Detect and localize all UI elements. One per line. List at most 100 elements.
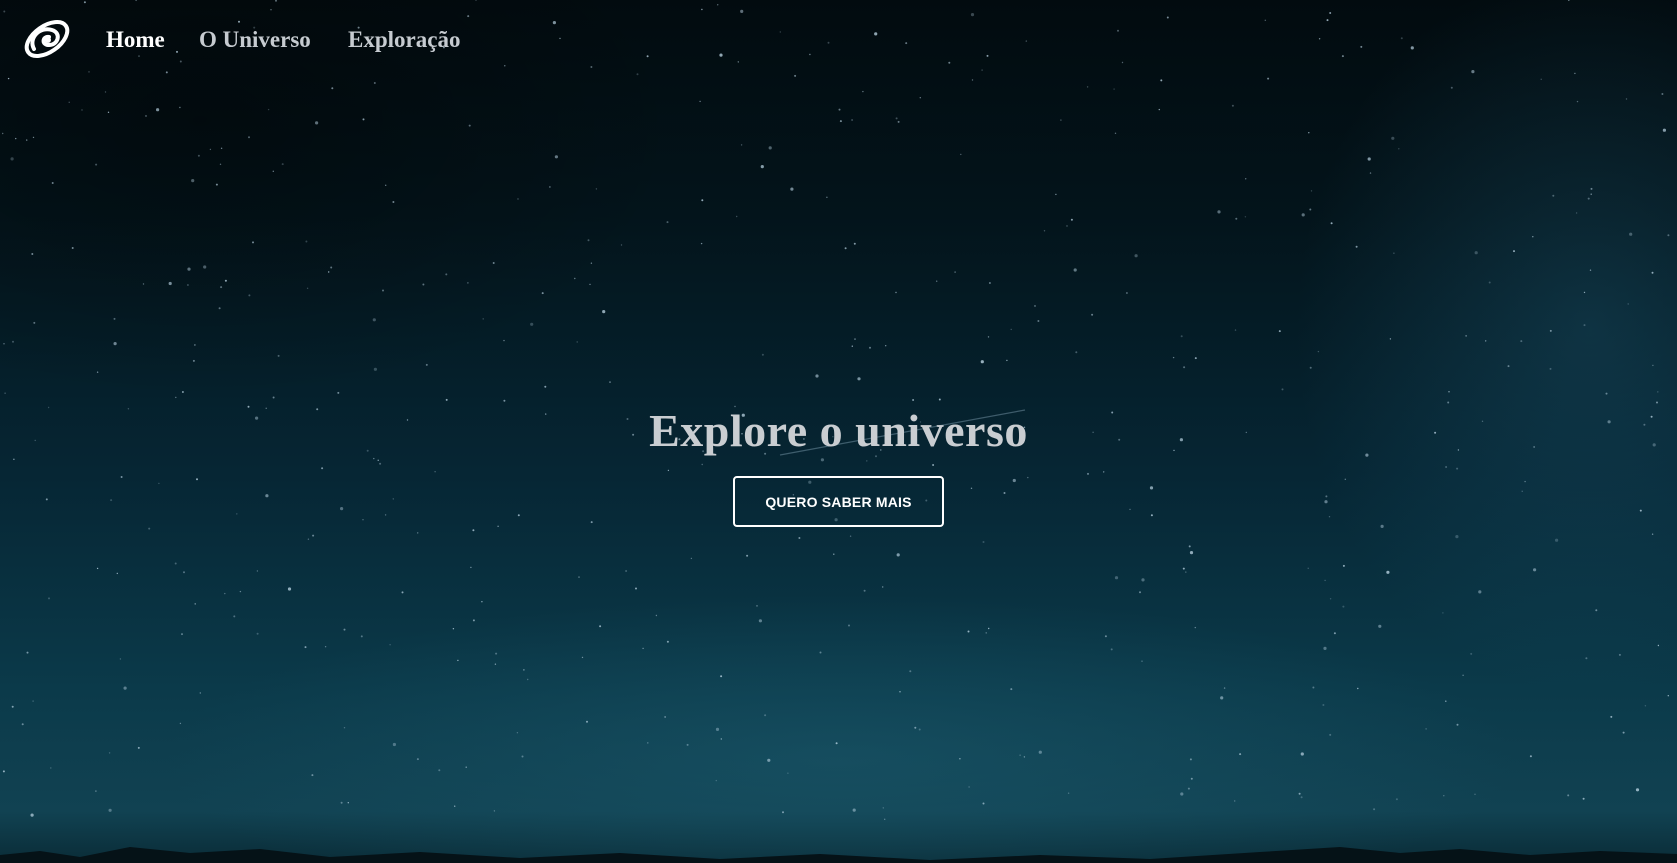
star: [863, 589, 866, 592]
star: [224, 279, 227, 282]
star: [549, 186, 551, 188]
star: [2, 770, 5, 773]
star: [1235, 217, 1238, 220]
galaxy-swirl-logo-icon[interactable]: [22, 16, 72, 62]
star: [123, 686, 127, 690]
star: [896, 553, 900, 557]
star: [1220, 696, 1224, 700]
star: [372, 318, 376, 322]
star: [1529, 755, 1532, 758]
star: [1189, 551, 1194, 555]
star: [137, 746, 140, 749]
hero-title: Explore o universo: [649, 405, 1028, 456]
star: [248, 294, 251, 297]
star: [690, 557, 693, 560]
star: [541, 292, 544, 295]
star: [1587, 197, 1590, 200]
star: [1625, 98, 1628, 100]
star: [4, 392, 6, 394]
star: [1367, 157, 1371, 161]
star: [1629, 232, 1633, 236]
star: [578, 576, 580, 578]
star: [760, 165, 764, 169]
star: [914, 726, 917, 729]
star: [305, 240, 308, 243]
star: [848, 624, 850, 627]
star: [1067, 792, 1070, 794]
star: [1023, 756, 1026, 758]
star: [337, 391, 340, 394]
star: [1575, 212, 1578, 214]
star: [589, 283, 591, 286]
star: [1034, 305, 1036, 307]
star: [340, 801, 343, 804]
nav-link-exploracao[interactable]: Exploração: [348, 24, 460, 56]
star: [620, 244, 623, 246]
star: [647, 742, 649, 744]
star: [1308, 132, 1310, 134]
star: [494, 663, 497, 665]
star: [1549, 367, 1552, 370]
star: [1425, 728, 1427, 730]
star: [373, 82, 376, 84]
star: [918, 728, 921, 731]
star: [113, 317, 116, 320]
star: [1583, 324, 1586, 327]
star: [554, 155, 559, 159]
star: [839, 120, 842, 123]
star: [936, 280, 938, 282]
star: [1549, 329, 1552, 332]
star: [1456, 723, 1459, 726]
star: [142, 283, 145, 285]
star: [1442, 612, 1444, 614]
star: [815, 374, 819, 378]
star: [416, 758, 419, 761]
star: [1180, 335, 1183, 338]
star: [1657, 644, 1660, 647]
star: [156, 108, 160, 112]
star: [1113, 88, 1115, 90]
star: [1231, 104, 1234, 107]
star: [523, 669, 525, 671]
star: [764, 714, 767, 717]
star: [457, 659, 459, 662]
star: [1019, 754, 1021, 756]
star: [1662, 128, 1666, 132]
star: [148, 527, 151, 530]
star: [194, 344, 196, 346]
star: [1555, 538, 1559, 542]
star: [1355, 245, 1358, 248]
star: [1657, 391, 1659, 393]
star: [1386, 570, 1390, 574]
star: [798, 537, 801, 539]
star: [851, 345, 853, 347]
star: [197, 154, 200, 157]
star: [1395, 798, 1398, 801]
star: [1190, 777, 1193, 780]
star: [51, 182, 54, 184]
learn-more-button[interactable]: QUERO SABER MAIS: [733, 476, 944, 527]
star: [181, 391, 184, 393]
star: [1300, 752, 1304, 756]
star: [527, 678, 529, 681]
star: [1307, 567, 1309, 569]
star: [635, 587, 637, 590]
star: [1567, 794, 1570, 797]
star: [95, 163, 98, 166]
star: [304, 646, 307, 649]
nav-link-o-universo[interactable]: O Universo: [199, 24, 311, 56]
star: [145, 115, 147, 117]
star: [81, 109, 83, 111]
star: [1043, 230, 1046, 232]
star: [1465, 335, 1467, 337]
star: [919, 97, 921, 99]
nav-link-home[interactable]: Home: [106, 24, 165, 56]
star: [107, 111, 110, 114]
star: [699, 100, 701, 103]
star: [362, 118, 365, 121]
star: [1298, 792, 1301, 795]
star: [758, 619, 763, 623]
star: [1172, 356, 1175, 359]
star: [108, 752, 111, 754]
star: [960, 153, 962, 156]
